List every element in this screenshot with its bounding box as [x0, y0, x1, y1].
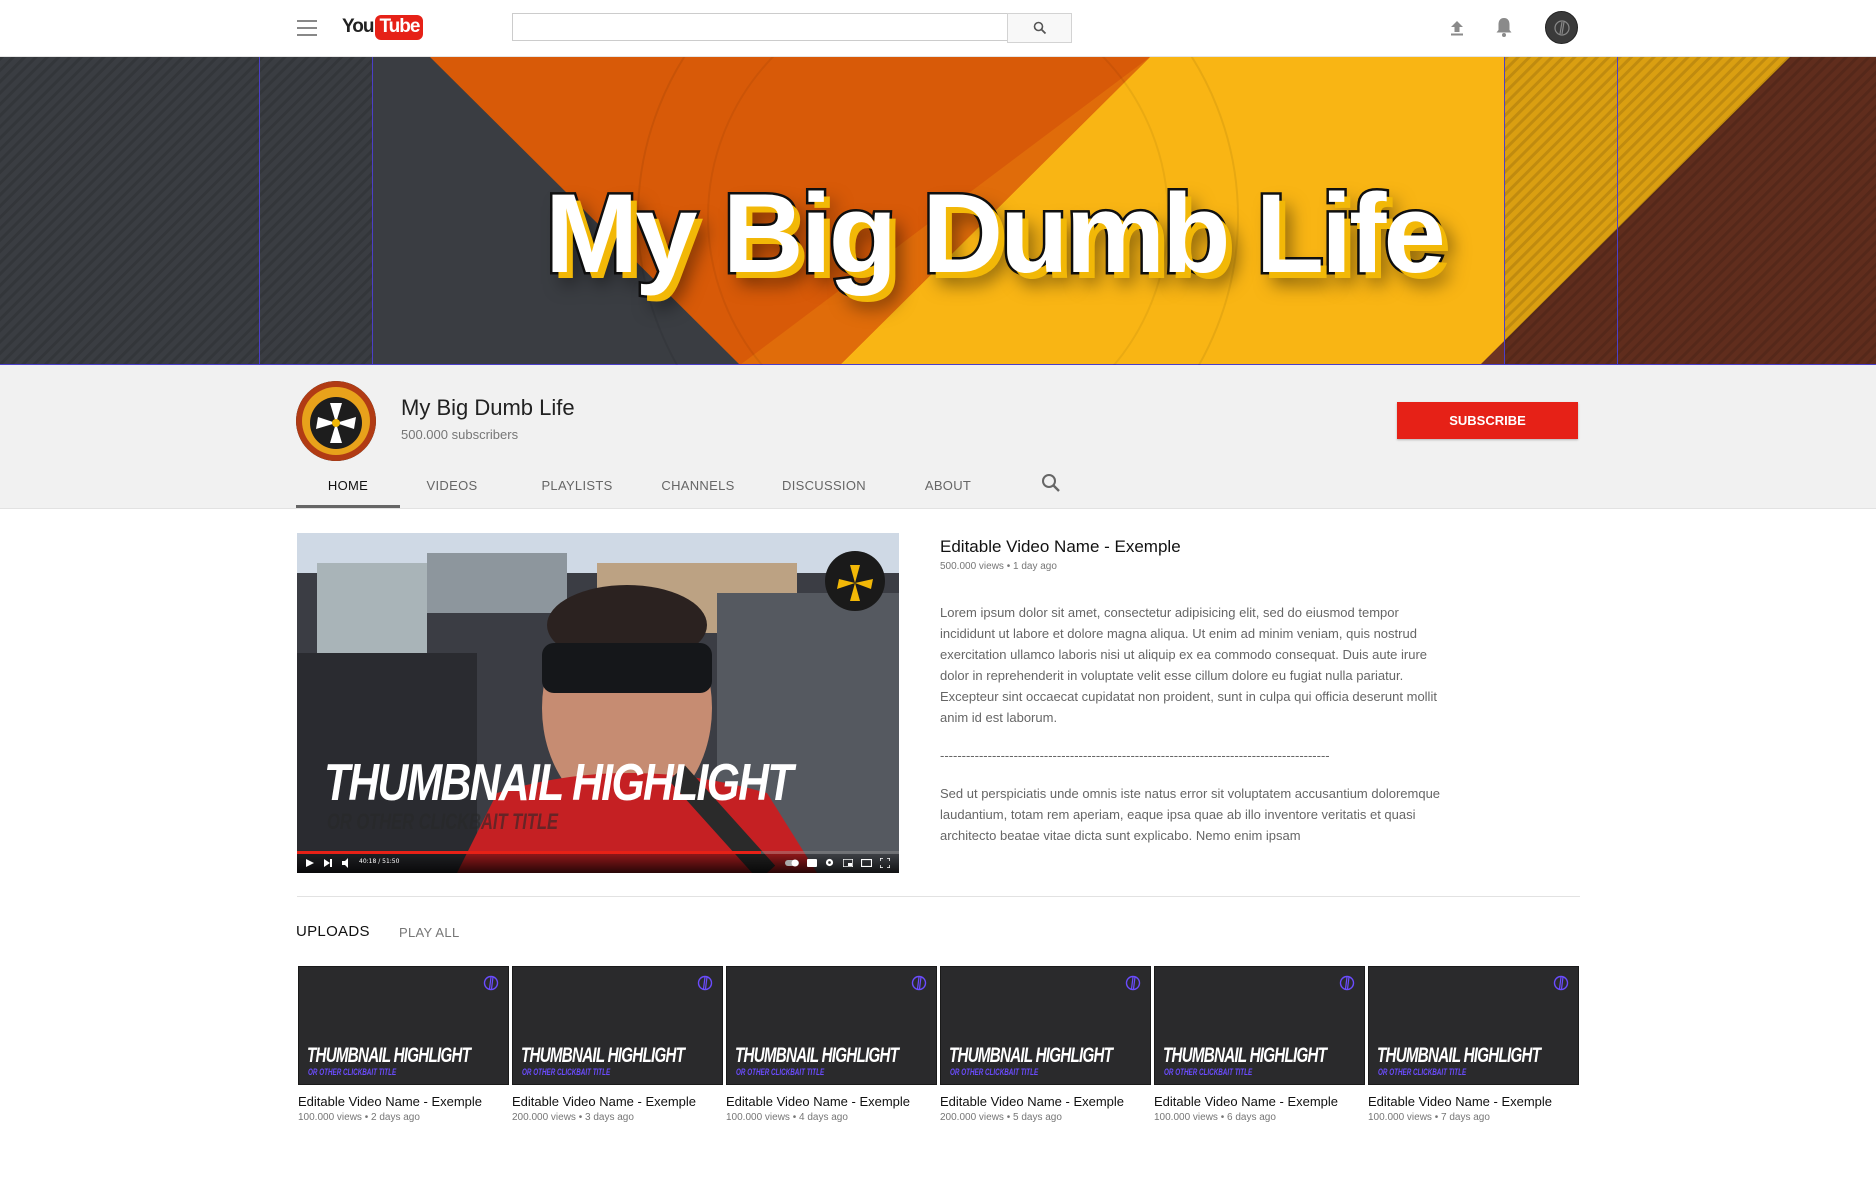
- tab-channels[interactable]: CHANNELS: [646, 465, 750, 505]
- channel-watermark-icon: [911, 975, 927, 991]
- account-logo-icon: [1553, 19, 1570, 36]
- upload-thumbnail[interactable]: THUMBNAIL HIGHLIGHT OR OTHER CLICKBAIT T…: [1368, 966, 1579, 1085]
- miniplayer-icon[interactable]: [843, 859, 853, 867]
- thumbnail-title: THUMBNAIL HIGHLIGHT: [1377, 1044, 1541, 1067]
- description-divider: ----------------------------------------…: [940, 748, 1330, 763]
- theater-mode-icon[interactable]: [861, 859, 872, 867]
- thumbnail-title: THUMBNAIL HIGHLIGHT: [735, 1044, 899, 1067]
- volume-icon[interactable]: [341, 858, 351, 868]
- thumbnail-subtitle: OR OTHER CLICKBAIT TITLE: [736, 1067, 825, 1077]
- logo-tube-text: Tube: [375, 14, 424, 40]
- player-progress-bar[interactable]: [297, 851, 899, 854]
- upload-video-title[interactable]: Editable Video Name - Exemple: [1368, 1094, 1579, 1109]
- upload-video-title[interactable]: Editable Video Name - Exemple: [940, 1094, 1151, 1109]
- player-progress-fill: [297, 851, 761, 854]
- captions-icon[interactable]: [807, 859, 817, 867]
- channel-header: My Big Dumb Life 500.000 subscribers SUB…: [0, 365, 1876, 509]
- player-time: 40:18 / 51:50: [359, 858, 400, 865]
- upload-video-card[interactable]: THUMBNAIL HIGHLIGHT OR OTHER CLICKBAIT T…: [298, 966, 509, 1123]
- upload-thumbnail[interactable]: THUMBNAIL HIGHLIGHT OR OTHER CLICKBAIT T…: [298, 966, 509, 1085]
- upload-video-meta: 100.000 views • 7 days ago: [1368, 1112, 1490, 1123]
- featured-video-info: Editable Video Name - Exemple 500.000 vi…: [940, 537, 1450, 866]
- thumbnail-subtitle: OR OTHER CLICKBAIT TITLE: [950, 1067, 1039, 1077]
- channel-watermark-icon: [825, 551, 885, 611]
- tab-about[interactable]: ABOUT: [896, 465, 1000, 505]
- thumbnail-subtitle: OR OTHER CLICKBAIT TITLE: [1164, 1067, 1253, 1077]
- thumbnail-subtitle: OR OTHER CLICKBAIT TITLE: [308, 1067, 397, 1077]
- play-icon[interactable]: [305, 858, 315, 868]
- search-box: [512, 13, 1072, 43]
- thumbnail-title: THUMBNAIL HIGHLIGHT: [1163, 1044, 1327, 1067]
- tab-playlists[interactable]: PLAYLISTS: [518, 465, 636, 505]
- upload-video-meta: 100.000 views • 2 days ago: [298, 1112, 420, 1123]
- upload-video-title[interactable]: Editable Video Name - Exemple: [1154, 1094, 1365, 1109]
- upload-thumbnail[interactable]: THUMBNAIL HIGHLIGHT OR OTHER CLICKBAIT T…: [512, 966, 723, 1085]
- channel-logo-icon: [296, 381, 376, 461]
- thumbnail-title: THUMBNAIL HIGHLIGHT: [307, 1044, 471, 1067]
- upload-video-meta: 100.000 views • 4 days ago: [726, 1112, 848, 1123]
- tab-discussion[interactable]: DISCUSSION: [766, 465, 882, 505]
- hamburger-menu-icon[interactable]: [297, 20, 317, 36]
- upload-thumbnail[interactable]: THUMBNAIL HIGHLIGHT OR OTHER CLICKBAIT T…: [1154, 966, 1365, 1085]
- section-divider: [297, 896, 1580, 897]
- channel-watermark-icon: [697, 975, 713, 991]
- upload-video-title[interactable]: Editable Video Name - Exemple: [726, 1094, 937, 1109]
- thumbnail-title: THUMBNAIL HIGHLIGHT: [521, 1044, 685, 1067]
- featured-video-meta: 500.000 views • 1 day ago: [940, 561, 1057, 572]
- channel-watermark-icon: [1125, 975, 1141, 991]
- upload-video-title[interactable]: Editable Video Name - Exemple: [298, 1094, 509, 1109]
- featured-video-title[interactable]: Editable Video Name - Exemple: [940, 537, 1450, 557]
- upload-video-title[interactable]: Editable Video Name - Exemple: [512, 1094, 723, 1109]
- next-icon[interactable]: [323, 858, 333, 868]
- upload-video-card[interactable]: THUMBNAIL HIGHLIGHT OR OTHER CLICKBAIT T…: [512, 966, 723, 1123]
- tab-home[interactable]: HOME: [296, 465, 400, 508]
- featured-thumb-subtitle: OR OTHER CLICKBAIT TITLE: [327, 809, 558, 834]
- featured-description-paragraph-2: Sed ut perspiciatis unde omnis iste natu…: [940, 786, 1441, 843]
- youtube-logo[interactable]: You Tube: [342, 14, 424, 40]
- thumbnail-title: THUMBNAIL HIGHLIGHT: [949, 1044, 1113, 1067]
- thumbnail-subtitle: OR OTHER CLICKBAIT TITLE: [1378, 1067, 1467, 1077]
- subscribe-button[interactable]: SUBSCRIBE: [1397, 402, 1578, 439]
- search-input[interactable]: [512, 13, 1007, 41]
- account-avatar[interactable]: [1545, 11, 1578, 44]
- masthead: You Tube: [0, 0, 1876, 57]
- upload-video-meta: 200.000 views • 5 days ago: [940, 1112, 1062, 1123]
- channel-avatar[interactable]: [296, 381, 376, 461]
- featured-thumb-title: THUMBNAIL HIGHLIGHT: [324, 754, 793, 812]
- thumbnail-subtitle: OR OTHER CLICKBAIT TITLE: [522, 1067, 611, 1077]
- channel-watermark-icon: [1339, 975, 1355, 991]
- notifications-bell-icon[interactable]: [1492, 15, 1516, 39]
- search-button[interactable]: [1007, 13, 1072, 43]
- player-controls: 40:18 / 51:50: [297, 851, 899, 873]
- tab-videos[interactable]: VIDEOS: [400, 465, 504, 505]
- logo-you-text: You: [342, 16, 375, 37]
- banner-title: My Big Dumb Life: [543, 169, 1449, 299]
- channel-name: My Big Dumb Life: [401, 395, 575, 420]
- search-icon: [1033, 21, 1046, 35]
- settings-gear-icon[interactable]: [825, 858, 834, 867]
- subscriber-count: 500.000 subscribers: [401, 427, 519, 442]
- fullscreen-icon[interactable]: [880, 858, 890, 868]
- featured-description-paragraph: Lorem ipsum dolor sit amet, consectetur …: [940, 605, 1437, 725]
- upload-video-meta: 200.000 views • 3 days ago: [512, 1112, 634, 1123]
- upload-video-card[interactable]: THUMBNAIL HIGHLIGHT OR OTHER CLICKBAIT T…: [1368, 966, 1579, 1123]
- channel-search-icon[interactable]: [1040, 472, 1062, 494]
- upload-video-card[interactable]: THUMBNAIL HIGHLIGHT OR OTHER CLICKBAIT T…: [1154, 966, 1365, 1123]
- channel-watermark-icon: [1553, 975, 1569, 991]
- uploads-heading[interactable]: UPLOADS: [296, 923, 370, 940]
- upload-thumbnail[interactable]: THUMBNAIL HIGHLIGHT OR OTHER CLICKBAIT T…: [940, 966, 1151, 1085]
- upload-video-card[interactable]: THUMBNAIL HIGHLIGHT OR OTHER CLICKBAIT T…: [726, 966, 937, 1123]
- upload-thumbnail[interactable]: THUMBNAIL HIGHLIGHT OR OTHER CLICKBAIT T…: [726, 966, 937, 1085]
- autoplay-toggle-icon[interactable]: [785, 859, 799, 867]
- upload-video-meta: 100.000 views • 6 days ago: [1154, 1112, 1276, 1123]
- channel-banner: My Big Dumb Life: [0, 57, 1876, 365]
- channel-watermark-icon: [483, 975, 499, 991]
- play-all-link[interactable]: PLAY ALL: [399, 925, 459, 940]
- upload-icon[interactable]: [1446, 16, 1468, 38]
- upload-video-card[interactable]: THUMBNAIL HIGHLIGHT OR OTHER CLICKBAIT T…: [940, 966, 1151, 1123]
- featured-video-player[interactable]: THUMBNAIL HIGHLIGHT OR OTHER CLICKBAIT T…: [297, 533, 899, 873]
